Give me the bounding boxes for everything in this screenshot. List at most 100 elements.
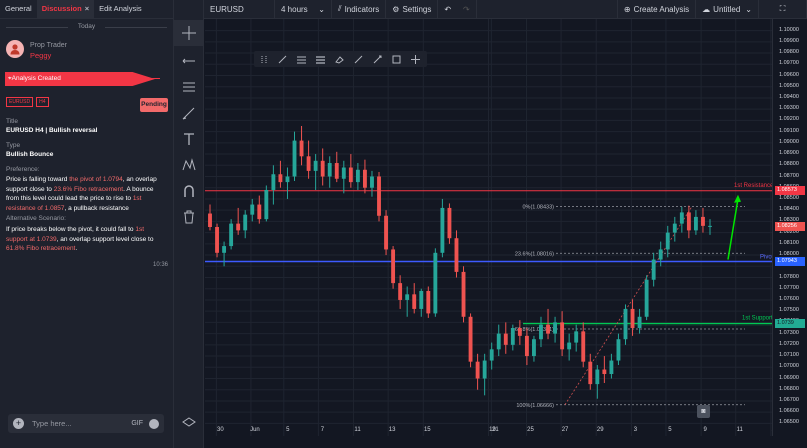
add-attachment-icon[interactable]: + bbox=[13, 418, 24, 429]
avatar[interactable] bbox=[6, 40, 24, 58]
scroll-to-latest-button[interactable]: ◙ bbox=[697, 405, 710, 418]
interval-badge: H4 bbox=[36, 97, 49, 107]
alternative-text: If price breaks below the pivot, it coul… bbox=[6, 225, 166, 254]
time-tick: 11 bbox=[354, 427, 361, 433]
redo-icon: ↷ bbox=[463, 4, 470, 14]
undo-icon: ↶ bbox=[444, 4, 452, 14]
preference-label: Preference: bbox=[6, 166, 40, 173]
candle-body bbox=[532, 339, 536, 357]
price-tick: 1.06700 bbox=[779, 396, 799, 403]
time-tick: 27 bbox=[561, 427, 569, 433]
trendline-icon[interactable] bbox=[349, 51, 368, 67]
pivot-label: Pivot bbox=[760, 254, 772, 260]
price-tick: 1.07100 bbox=[779, 352, 799, 359]
create-analysis-button[interactable]: ⊕ Create Analysis bbox=[616, 0, 697, 18]
channel-icon[interactable] bbox=[174, 74, 204, 100]
candle-body bbox=[693, 216, 698, 231]
resistance-price-tag: 1.08573 bbox=[775, 186, 805, 196]
plus-circle-icon: ⊕ bbox=[623, 4, 631, 14]
candle-body bbox=[306, 156, 311, 171]
price-chart[interactable]: 1st Resistance Pivot 1st Support 0%(1.08433… bbox=[205, 19, 772, 436]
horizontal-ray-icon[interactable] bbox=[174, 48, 204, 74]
tab-discussion[interactable]: Discussion × bbox=[36, 0, 95, 18]
fibonacci-label: 0%(1.08433) bbox=[523, 204, 555, 210]
line-width-icon[interactable] bbox=[311, 51, 330, 67]
magnet-icon[interactable] bbox=[174, 178, 204, 204]
symbol-badge: EURUSD bbox=[6, 97, 34, 107]
time-tick: 5 bbox=[286, 427, 290, 433]
emoji-icon[interactable] bbox=[149, 418, 159, 429]
price-tick: 1.08100 bbox=[779, 239, 799, 246]
alternative-part: , an overlap support level close to bbox=[56, 235, 154, 243]
candle-body bbox=[644, 279, 649, 317]
tab-general[interactable]: General bbox=[0, 0, 37, 18]
indicators-button[interactable]: ⫽ Indicators bbox=[332, 0, 387, 18]
support-price-tag: 1.0739 bbox=[775, 319, 805, 328]
candle-body bbox=[665, 232, 670, 250]
candle-body bbox=[482, 360, 487, 379]
candle-body bbox=[257, 204, 262, 220]
price-tick: 1.08700 bbox=[779, 172, 799, 179]
rectangle-icon[interactable] bbox=[387, 51, 406, 67]
candle-body bbox=[426, 290, 431, 314]
redo-button[interactable]: ↷ bbox=[457, 0, 477, 18]
tab-edit-analysis[interactable]: Edit Analysis bbox=[94, 0, 147, 18]
tab-discussion-label: Discussion bbox=[41, 4, 82, 13]
price-tick: 1.09200 bbox=[779, 116, 799, 123]
author-name[interactable]: Peggy bbox=[30, 51, 67, 60]
candle-body bbox=[701, 216, 705, 226]
line-style-icon[interactable] bbox=[292, 51, 311, 67]
pending-status-button[interactable]: Pending bbox=[140, 98, 168, 112]
settings-button[interactable]: ⚙ Settings bbox=[386, 0, 439, 18]
crosshair-icon[interactable] bbox=[174, 20, 204, 46]
line-color-icon[interactable] bbox=[273, 51, 292, 67]
undo-button[interactable]: ↶ bbox=[438, 0, 457, 18]
brush-icon[interactable] bbox=[174, 100, 204, 126]
candle-body bbox=[595, 369, 600, 385]
price-axis[interactable]: 1.10000 1.09900 1.09800 1.09700 1.09600 1.095… bbox=[772, 19, 807, 436]
close-icon[interactable]: × bbox=[85, 4, 89, 13]
pivot-highlight: the pivot of 1.0794 bbox=[69, 176, 123, 183]
title-label: Title bbox=[6, 118, 19, 125]
time-tick: 9 bbox=[703, 427, 707, 433]
candle-body bbox=[433, 252, 438, 314]
support-label: 1st Support bbox=[742, 316, 772, 322]
pivot-price-tag: 1.07943 bbox=[775, 256, 805, 266]
candle-body bbox=[623, 308, 628, 340]
price-tick: 1.10000 bbox=[779, 26, 799, 33]
candle-body bbox=[320, 160, 325, 177]
input-placeholder[interactable]: Type here... bbox=[32, 419, 131, 428]
time-tick: 5 bbox=[668, 427, 672, 433]
candle-body bbox=[517, 328, 522, 336]
symbol-search[interactable]: EURUSD bbox=[204, 0, 275, 18]
candle-body bbox=[447, 207, 452, 239]
time-axis[interactable]: 30Jun5711131519212527293591113 bbox=[205, 423, 778, 436]
fibo-highlight: 61.8% Fibo retracement bbox=[6, 245, 76, 252]
alternative-part: . bbox=[75, 245, 78, 252]
time-tick: 21 bbox=[491, 427, 499, 433]
pattern-icon[interactable] bbox=[174, 152, 204, 178]
text-icon[interactable] bbox=[174, 126, 204, 152]
candle-body bbox=[461, 271, 466, 317]
preference-text: Price is falling toward the pivot of 1.0… bbox=[6, 175, 166, 213]
status-banner: ⌖Analysis Created bbox=[5, 72, 155, 86]
gif-button[interactable]: GIF bbox=[131, 420, 143, 427]
move-icon[interactable] bbox=[406, 51, 425, 67]
price-tick: 1.07200 bbox=[779, 340, 799, 347]
message-input[interactable]: + Type here... GIF bbox=[8, 414, 164, 433]
indicators-icon: ⫽ bbox=[338, 4, 342, 13]
price-tick: 1.09300 bbox=[779, 105, 799, 112]
fill-icon[interactable] bbox=[330, 51, 349, 67]
layers-icon[interactable] bbox=[174, 410, 204, 436]
trash-icon[interactable] bbox=[174, 204, 204, 230]
cloud-icon: ☁ bbox=[702, 4, 711, 14]
fullscreen-button[interactable]: ⛶ bbox=[759, 0, 807, 18]
candle-body bbox=[651, 259, 656, 280]
candle-body bbox=[637, 316, 642, 328]
layout-menu[interactable]: ☁ Untitled ⌄ bbox=[696, 0, 759, 18]
interval-select[interactable]: 4 hours ⌄ bbox=[275, 0, 332, 18]
drag-handle-icon[interactable] bbox=[254, 51, 273, 67]
projection-arrow bbox=[727, 198, 739, 260]
chart-toolbar: EURUSD 4 hours ⌄ ⫽ Indicators ⚙ Settings ↶ … bbox=[204, 0, 807, 19]
ray-icon[interactable] bbox=[368, 51, 387, 67]
